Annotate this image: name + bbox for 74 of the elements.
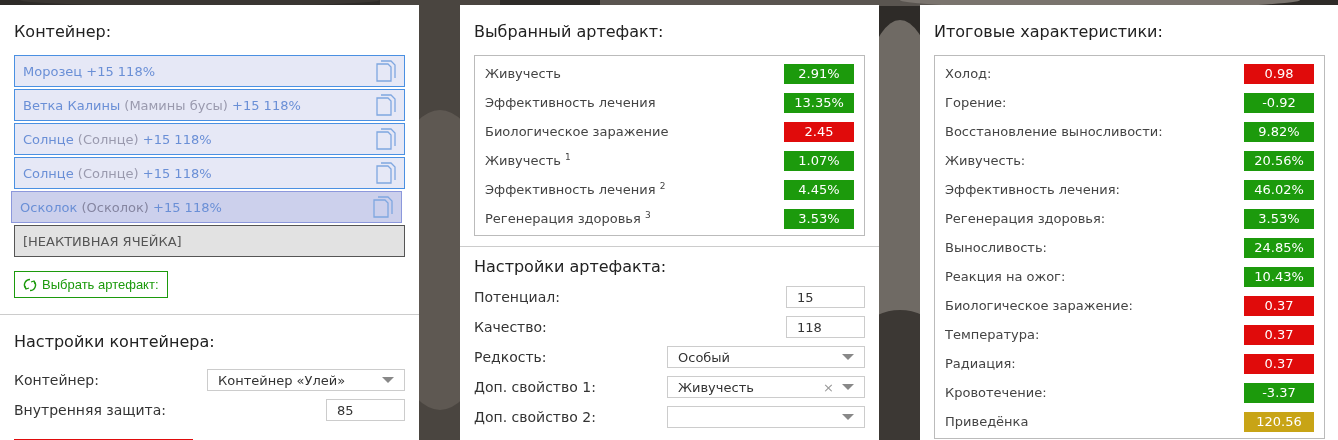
stat-label: Живучесть: bbox=[945, 153, 1026, 168]
stat-value: 0.98 bbox=[1244, 63, 1314, 84]
caret-icon bbox=[842, 354, 854, 360]
slot-text: Осколок (Осколок) +15 118% bbox=[20, 199, 223, 215]
stat-label: Регенерация здоровья $^{3}$ bbox=[485, 210, 651, 227]
select-field[interactable]: Особый bbox=[667, 346, 865, 368]
stat-label: Эффективность лечения $^{2}$ bbox=[485, 181, 666, 198]
caret-icon bbox=[842, 384, 854, 390]
stat-value: 2.91% bbox=[784, 63, 854, 84]
stat-label: Биологическое заражение bbox=[485, 124, 669, 139]
stat-label: Кровотечение: bbox=[945, 385, 1047, 400]
caret-icon bbox=[842, 414, 854, 420]
setting-label: Доп. свойство 1: bbox=[474, 379, 596, 395]
slot-text: Солнце (Солнце) +15 118% bbox=[23, 131, 213, 147]
select-field[interactable]: Живучесть × bbox=[667, 376, 865, 398]
select-artifact-button[interactable]: Выбрать артефакт: bbox=[14, 271, 168, 298]
refresh-icon bbox=[23, 277, 37, 292]
stat-value: -0.92 bbox=[1244, 92, 1314, 113]
copy-icon[interactable] bbox=[376, 94, 396, 116]
slot-text: Ветка Калины (Мамины бусы) +15 118% bbox=[23, 97, 302, 113]
panel-title: Выбранный артефакт: bbox=[474, 22, 665, 41]
setting-label: Доп. свойство 2: bbox=[474, 409, 596, 425]
stat-label: Приведёнка bbox=[945, 414, 1029, 429]
stat-label: Биологическое заражение: bbox=[945, 298, 1133, 313]
stat-label: Выносливость: bbox=[945, 240, 1047, 255]
stat-label: Реакция на ожог: bbox=[945, 269, 1066, 284]
setting-label: Редкость: bbox=[474, 349, 547, 365]
stat-value: 0.37 bbox=[1244, 295, 1314, 316]
setting-label: Качество: bbox=[474, 319, 547, 335]
number-field[interactable]: 85 bbox=[326, 399, 405, 421]
stat-value: 0.37 bbox=[1244, 324, 1314, 345]
select-field[interactable]: Контейнер «Улей» bbox=[207, 369, 405, 391]
stat-value: 1.07% bbox=[784, 150, 854, 171]
slot-text: Морозец +15 118% bbox=[23, 63, 156, 79]
stat-value: 46.02% bbox=[1244, 179, 1314, 200]
stat-label: Радиация: bbox=[945, 356, 1016, 371]
stat-value: 0.37 bbox=[1244, 353, 1314, 374]
section-title: Настройки артефакта: bbox=[474, 257, 668, 276]
select-field[interactable] bbox=[667, 406, 865, 428]
stat-value: 9.82% bbox=[1244, 121, 1314, 142]
stat-label: Живучесть bbox=[485, 66, 561, 81]
panel-title: Итоговые характеристики: bbox=[934, 22, 1164, 41]
number-field[interactable]: 118 bbox=[786, 316, 865, 338]
stat-label: Эффективность лечения: bbox=[945, 182, 1120, 197]
copy-icon[interactable] bbox=[376, 60, 396, 82]
stat-value: 120.56 bbox=[1244, 411, 1314, 432]
stat-label: Температура: bbox=[945, 327, 1040, 342]
stat-value: -3.37 bbox=[1244, 382, 1314, 403]
caret-icon bbox=[382, 377, 394, 383]
stat-label: Регенерация здоровья: bbox=[945, 211, 1106, 226]
stat-value: 4.45% bbox=[784, 179, 854, 200]
copy-icon[interactable] bbox=[376, 128, 396, 150]
copy-icon[interactable] bbox=[376, 162, 396, 184]
setting-label: Контейнер: bbox=[14, 372, 99, 388]
stat-value: 2.45 bbox=[784, 121, 854, 142]
stat-value: 10.43% bbox=[1244, 266, 1314, 287]
slot-text: Солнце (Солнце) +15 118% bbox=[23, 165, 213, 181]
stat-value: 3.53% bbox=[1244, 208, 1314, 229]
stat-value: 13.35% bbox=[784, 92, 854, 113]
section-title: Настройки контейнера: bbox=[14, 332, 216, 351]
setting-label: Внутренняя защита: bbox=[14, 402, 167, 418]
copy-icon[interactable] bbox=[373, 196, 393, 218]
stat-value: 3.53% bbox=[784, 208, 854, 229]
stat-value: 24.85% bbox=[1244, 237, 1314, 258]
stat-label: Холод: bbox=[945, 66, 992, 81]
stat-label: Эффективность лечения bbox=[485, 95, 656, 110]
stat-label: Живучесть $^{1}$ bbox=[485, 152, 571, 169]
clear-icon[interactable]: × bbox=[823, 379, 834, 395]
stat-label: Горение: bbox=[945, 95, 1007, 110]
stat-label: Восстановление выносливости: bbox=[945, 124, 1163, 139]
panel-title: Контейнер: bbox=[14, 22, 113, 41]
setting-label: Потенциал: bbox=[474, 289, 560, 305]
stat-value: 20.56% bbox=[1244, 150, 1314, 171]
number-field[interactable]: 15 bbox=[786, 286, 865, 308]
